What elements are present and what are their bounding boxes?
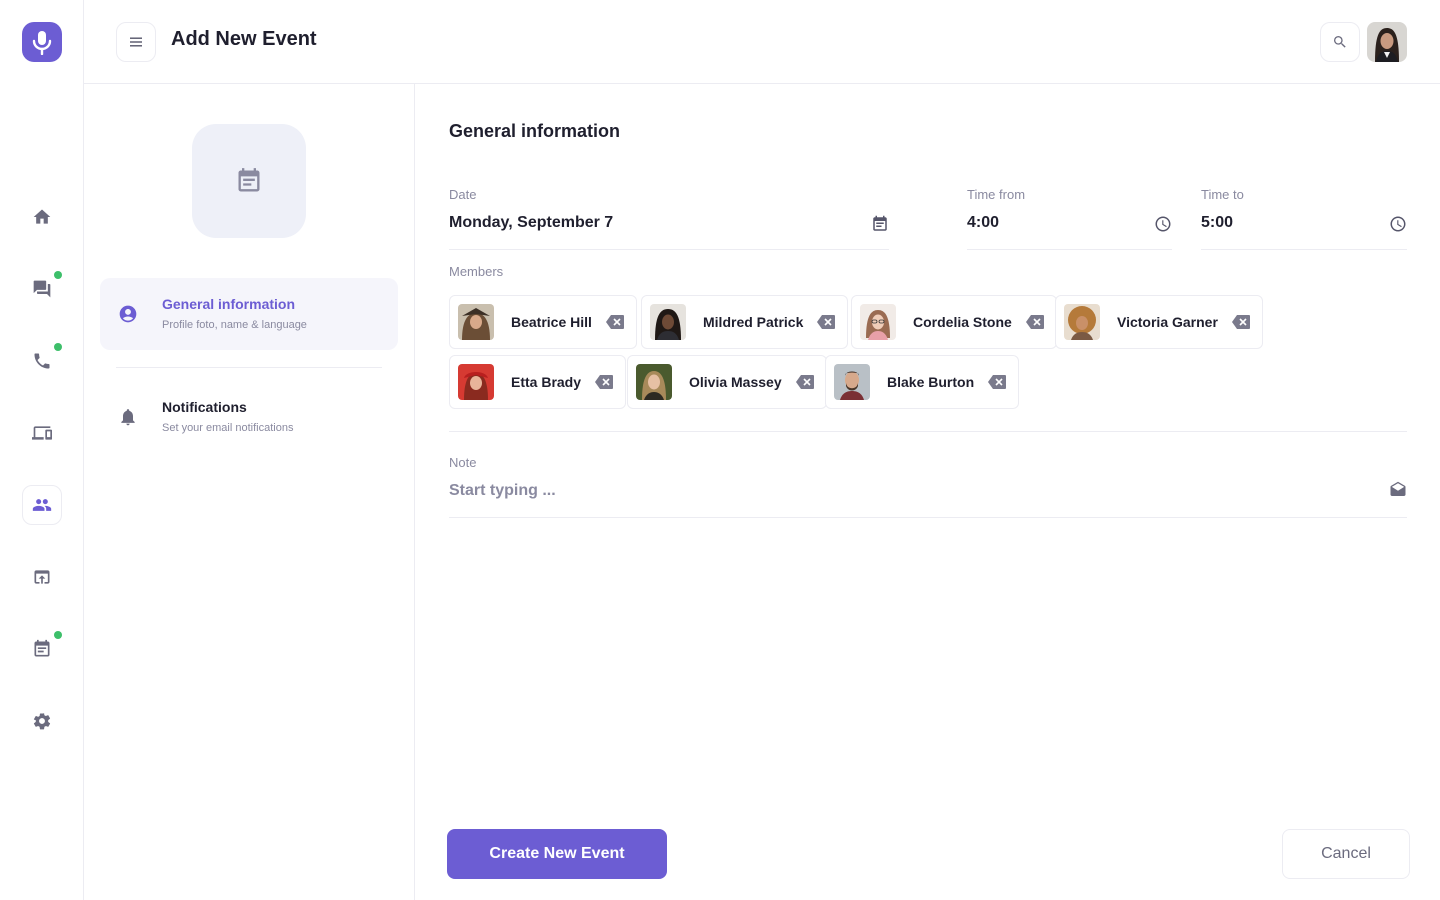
user-avatar[interactable]	[1367, 22, 1407, 62]
event-form: General information Date Monday, Septemb…	[415, 84, 1440, 900]
event-image-placeholder[interactable]	[192, 124, 306, 238]
nav-upload[interactable]	[22, 557, 62, 597]
calendar-badge	[54, 631, 62, 639]
remove-member-icon[interactable]	[1231, 315, 1250, 329]
member-avatar	[458, 364, 494, 400]
hamburger-icon	[130, 37, 142, 47]
settings-icon	[33, 713, 51, 730]
time-from-label: Time from	[967, 187, 1026, 202]
bell-icon	[118, 407, 138, 427]
microphone-icon	[32, 31, 52, 55]
note-field: Note	[449, 444, 1407, 518]
phone-icon	[34, 353, 50, 369]
member-chip: Beatrice Hill	[449, 295, 637, 349]
cancel-button[interactable]: Cancel	[1282, 829, 1410, 879]
menu-button[interactable]	[116, 22, 156, 62]
chat-icon	[33, 280, 51, 298]
section-title: General information	[449, 121, 621, 141]
side-item-title: General information	[162, 296, 296, 312]
members-label: Members	[449, 264, 504, 279]
calendar-icon	[238, 168, 260, 192]
side-item-subtitle: Profile foto, name & language	[162, 319, 307, 331]
side-item-subtitle: Set your email notifications	[162, 422, 294, 434]
member-chip: Victoria Garner	[1055, 295, 1263, 349]
side-item-title: Notifications	[162, 399, 247, 415]
remove-member-icon[interactable]	[595, 375, 614, 389]
nav-home[interactable]	[22, 197, 62, 237]
side-item-general-information[interactable]: General information Profile foto, name &…	[100, 278, 398, 350]
nav-calendar[interactable]	[22, 629, 62, 669]
date-label: Date	[449, 187, 477, 202]
member-avatar	[636, 364, 672, 400]
nav-devices[interactable]	[22, 413, 62, 453]
nav-settings[interactable]	[22, 701, 62, 741]
create-event-button[interactable]: Create New Event	[447, 829, 667, 879]
calendar-icon	[34, 639, 50, 657]
member-name: Cordelia Stone	[913, 314, 1012, 330]
member-chip: Blake Burton	[825, 355, 1020, 409]
app-logo[interactable]	[22, 22, 62, 62]
remove-member-icon[interactable]	[1025, 315, 1044, 329]
time-to-field[interactable]: Time to 5:00	[1201, 174, 1407, 250]
phone-badge	[54, 343, 62, 351]
date-value[interactable]: Monday, September 7	[449, 214, 613, 232]
member-chip: Cordelia Stone	[851, 295, 1057, 349]
member-avatar	[1064, 304, 1100, 340]
search-icon	[1334, 36, 1346, 48]
nav-phone[interactable]	[22, 341, 62, 381]
member-name: Blake Burton	[887, 374, 975, 390]
member-chip: Etta Brady	[449, 355, 627, 409]
calendar-icon[interactable]	[871, 215, 889, 233]
page-title: Add New Event	[171, 28, 317, 50]
member-name: Mildred Patrick	[703, 314, 804, 330]
member-name: Etta Brady	[511, 374, 582, 390]
time-to-label: Time to	[1201, 187, 1244, 202]
remove-member-icon[interactable]	[817, 315, 836, 329]
note-input[interactable]	[449, 478, 1349, 504]
user-photo	[1367, 22, 1407, 62]
member-chip: Mildred Patrick	[641, 295, 849, 349]
member-name: Olivia Massey	[689, 374, 782, 390]
contacts-icon	[32, 499, 52, 511]
note-label: Note	[449, 455, 477, 470]
time-from-value[interactable]: 4:00	[967, 214, 999, 232]
home-icon	[33, 209, 51, 224]
side-item-notifications[interactable]: Notifications Set your email notificatio…	[100, 381, 398, 453]
settings-side-panel: General information Profile foto, name &…	[84, 84, 415, 900]
member-name: Beatrice Hill	[511, 314, 592, 330]
chat-badge	[54, 271, 62, 279]
account-circle-icon	[118, 304, 138, 324]
member-name: Victoria Garner	[1117, 314, 1218, 330]
devices-icon	[32, 426, 52, 440]
nav-rail	[0, 0, 84, 900]
side-divider	[116, 367, 382, 368]
top-header: Add New Event	[84, 0, 1440, 84]
time-to-value[interactable]: 5:00	[1201, 214, 1233, 232]
search-button[interactable]	[1320, 22, 1360, 62]
member-avatar	[650, 304, 686, 340]
nav-contacts[interactable]	[22, 485, 62, 525]
remove-member-icon[interactable]	[795, 375, 814, 389]
clock-icon[interactable]	[1154, 215, 1172, 233]
time-from-field[interactable]: Time from 4:00	[967, 174, 1172, 250]
remove-member-icon[interactable]	[988, 375, 1007, 389]
member-avatar	[458, 304, 494, 340]
clock-icon[interactable]	[1389, 215, 1407, 233]
member-avatar	[834, 364, 870, 400]
member-chip: Olivia Massey	[627, 355, 827, 409]
member-avatar	[860, 304, 896, 340]
members-divider	[449, 431, 1407, 432]
date-field[interactable]: Date Monday, September 7	[449, 174, 889, 250]
nav-chat[interactable]	[22, 269, 62, 309]
envelope-open-icon[interactable]	[1389, 481, 1407, 499]
upload-icon	[34, 570, 50, 584]
remove-member-icon[interactable]	[605, 315, 624, 329]
